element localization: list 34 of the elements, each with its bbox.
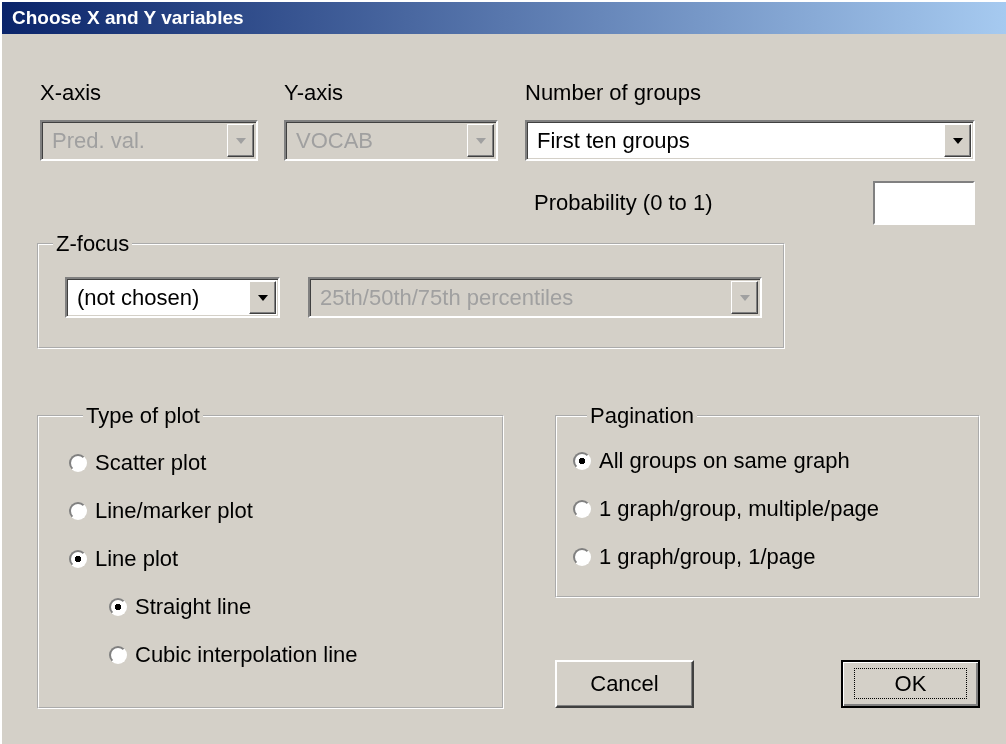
probability-field[interactable] xyxy=(872,181,975,225)
window-title: Choose X and Y variables xyxy=(12,7,244,29)
z-focus-title: Z-focus xyxy=(55,231,131,257)
radio-button[interactable] xyxy=(109,598,127,616)
radio-option[interactable]: Line plot xyxy=(69,535,502,583)
dropdown-arrow-icon xyxy=(257,294,268,301)
dropdown-arrow-icon xyxy=(235,137,246,144)
probability-label: Probability (0 to 1) xyxy=(534,190,713,216)
dropdown-arrow-icon xyxy=(739,294,750,301)
x-axis-label: X-axis xyxy=(40,80,103,106)
radio-option[interactable]: All groups on same graph xyxy=(573,437,978,485)
radio-option[interactable]: Straight line xyxy=(109,583,502,631)
y-axis-label: Y-axis xyxy=(284,80,345,106)
groups-label: Number of groups xyxy=(525,80,703,106)
cancel-button[interactable]: Cancel xyxy=(555,660,694,708)
radio-button[interactable] xyxy=(573,500,591,518)
dropdown-arrow-icon xyxy=(952,137,963,144)
radio-button[interactable] xyxy=(69,550,87,568)
radio-option[interactable]: Scatter plot xyxy=(69,439,502,487)
ok-button[interactable]: OK xyxy=(841,660,980,708)
radio-option[interactable]: Cubic interpolation line xyxy=(109,631,502,679)
radio-option[interactable]: 1 graph/group, multiple/page xyxy=(573,485,978,533)
radio-option[interactable]: 1 graph/group, 1/page xyxy=(573,533,978,581)
radio-button[interactable] xyxy=(573,452,591,470)
groups-dropdown[interactable]: First ten groups xyxy=(525,120,975,161)
radio-option[interactable]: Line/marker plot xyxy=(69,487,502,535)
radio-button[interactable] xyxy=(69,502,87,520)
plot-type-title: Type of plot xyxy=(85,403,201,429)
pagination-title: Pagination xyxy=(589,403,695,429)
radio-button[interactable] xyxy=(109,646,127,664)
z-focus-dropdown[interactable]: (not chosen) xyxy=(65,277,280,318)
radio-button[interactable] xyxy=(573,548,591,566)
radio-button[interactable] xyxy=(69,454,87,472)
dropdown-arrow-icon xyxy=(475,137,486,144)
